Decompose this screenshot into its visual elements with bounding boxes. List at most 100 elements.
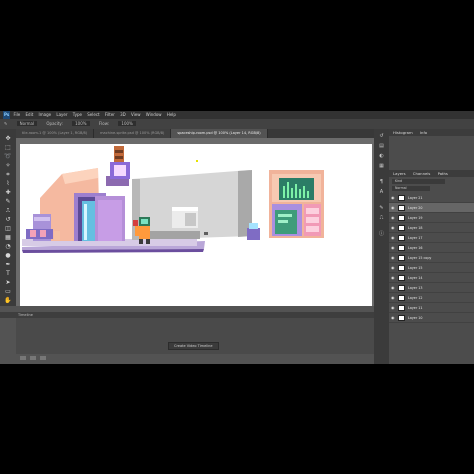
eye-icon[interactable]: ◉ xyxy=(391,266,395,270)
layer-row[interactable]: ◉ Layer 16 xyxy=(389,243,474,253)
eyedropper-icon[interactable]: ⌇ xyxy=(4,180,12,187)
menu-view[interactable]: View xyxy=(131,112,141,117)
layer-name: Layer 15 copy xyxy=(408,256,432,260)
eye-icon[interactable]: ◉ xyxy=(391,306,395,310)
layer-name: Layer 13 xyxy=(408,286,423,290)
timeline-control-icon[interactable] xyxy=(20,356,26,360)
eye-icon[interactable]: ◉ xyxy=(391,246,395,250)
tab-paths[interactable]: Paths xyxy=(438,171,448,176)
layer-row[interactable]: ◉ Layer 10 xyxy=(389,313,474,323)
timeline-control-icon[interactable] xyxy=(40,356,46,360)
tool-preset-icon[interactable]: ✎ xyxy=(4,121,7,126)
tab-doc-2[interactable]: machine-sprite.psd @ 100% (RGB/8) xyxy=(94,129,172,138)
history-icon[interactable]: ↺ xyxy=(378,133,385,139)
layer-kind-filter[interactable]: Kind xyxy=(392,179,445,184)
clone-source-icon[interactable]: ⎍ xyxy=(378,215,385,221)
brush-tool-icon[interactable]: ✎ xyxy=(4,198,12,205)
info-icon[interactable]: ⓘ xyxy=(378,231,385,237)
photoshop-window: Ps File Edit Image Layer Type Select Fil… xyxy=(0,111,474,364)
character-icon[interactable]: A xyxy=(378,189,385,195)
pen-tool-icon[interactable]: ✒ xyxy=(4,261,12,268)
hand-tool-icon[interactable]: ✋ xyxy=(4,297,12,304)
eye-icon[interactable]: ◉ xyxy=(391,316,395,320)
shape-tool-icon[interactable]: ▭ xyxy=(4,288,12,295)
move-tool-icon[interactable]: ✥ xyxy=(4,135,12,142)
layer-row[interactable]: ◉ Layer 18 xyxy=(389,223,474,233)
tab-histogram[interactable]: Histogram xyxy=(393,130,413,135)
opacity-label: Opacity: xyxy=(46,121,63,126)
blur-tool-icon[interactable]: ◔ xyxy=(4,243,12,250)
dodge-tool-icon[interactable]: ● xyxy=(4,252,12,259)
layer-row[interactable]: ◉ Layer 15 xyxy=(389,263,474,273)
layer-row[interactable]: ◉ Layer 19 xyxy=(389,213,474,223)
flow-field[interactable]: 100% xyxy=(118,121,136,126)
eye-icon[interactable]: ◉ xyxy=(391,236,395,240)
eye-icon[interactable]: ◉ xyxy=(391,226,395,230)
layer-row[interactable]: ◉ Layer 13 xyxy=(389,283,474,293)
brush-settings-icon[interactable]: ✎ xyxy=(378,205,385,211)
create-video-timeline-button[interactable]: Create Video Timeline xyxy=(168,342,219,350)
blend-mode-select[interactable]: Normal xyxy=(392,186,430,191)
layer-row[interactable]: ◉ Layer 17 xyxy=(389,233,474,243)
tab-doc-3[interactable]: spaceship-room.psd @ 100% (Layer 14, RGB… xyxy=(171,129,268,138)
menu-file[interactable]: File xyxy=(14,112,21,117)
adjustments-icon[interactable]: ◐ xyxy=(378,153,385,159)
layer-row[interactable]: ◉ Layer 21 xyxy=(389,193,474,203)
opacity-field[interactable]: 100% xyxy=(72,121,90,126)
crop-tool-icon[interactable]: ⌗ xyxy=(4,171,12,178)
gradient-tool-icon[interactable]: ▦ xyxy=(4,234,12,241)
healing-brush-icon[interactable]: ✚ xyxy=(4,189,12,196)
paragraph-icon[interactable]: ¶ xyxy=(378,179,385,185)
pixel-art-scene xyxy=(22,146,324,253)
magic-wand-icon[interactable]: ✧ xyxy=(4,162,12,169)
layer-row[interactable]: ◉ Layer 15 copy xyxy=(389,253,474,263)
layer-row[interactable]: ◉ Layer 11 xyxy=(389,303,474,313)
tab-doc-1[interactable]: tile-room-1 @ 100% (Layer 1, RGB/8) xyxy=(16,129,95,138)
layer-thumbnail xyxy=(398,305,405,311)
eye-icon[interactable]: ◉ xyxy=(391,296,395,300)
history-brush-icon[interactable]: ↺ xyxy=(4,216,12,223)
layer-row[interactable]: ◉ Layer 14 xyxy=(389,273,474,283)
right-panels: Histogram Info Layers Channels Paths Kin… xyxy=(389,129,474,364)
type-tool-icon[interactable]: T xyxy=(4,270,12,277)
eye-icon[interactable]: ◉ xyxy=(391,196,395,200)
tab-info[interactable]: Info xyxy=(420,130,427,135)
clone-stamp-icon[interactable]: ⎍ xyxy=(4,207,12,214)
timeline-control-icon[interactable] xyxy=(30,356,36,360)
path-selection-icon[interactable]: ➤ xyxy=(4,279,12,286)
menu-image[interactable]: Image xyxy=(39,112,52,117)
menu-edit[interactable]: Edit xyxy=(26,112,34,117)
mode-select[interactable]: Normal xyxy=(16,121,38,126)
layer-thumbnail xyxy=(398,315,405,321)
menu-window[interactable]: Window xyxy=(146,112,162,117)
flow-label: Flow: xyxy=(98,121,110,126)
document-tabs: tile-room-1 @ 100% (Layer 1, RGB/8) machi… xyxy=(16,129,374,138)
layer-thumbnail xyxy=(398,285,405,291)
tab-layers[interactable]: Layers xyxy=(393,171,406,176)
eye-icon[interactable]: ◉ xyxy=(391,216,395,220)
eye-icon[interactable]: ◉ xyxy=(391,206,395,210)
eye-icon[interactable]: ◉ xyxy=(391,276,395,280)
menu-3d[interactable]: 3D xyxy=(120,112,126,117)
menu-layer[interactable]: Layer xyxy=(56,112,67,117)
layers-panel-header: Layers Channels Paths xyxy=(389,170,474,177)
layer-name: Layer 10 xyxy=(408,316,423,320)
eye-icon[interactable]: ◉ xyxy=(391,256,395,260)
menu-filter[interactable]: Filter xyxy=(105,112,115,117)
menu-select[interactable]: Select xyxy=(87,112,99,117)
menu-bar: Ps File Edit Image Layer Type Select Fil… xyxy=(0,111,474,119)
menu-help[interactable]: Help xyxy=(167,112,176,117)
marquee-tool-icon[interactable]: ⬚ xyxy=(4,144,12,151)
swatches-icon[interactable]: ▦ xyxy=(378,163,385,169)
layer-row[interactable]: ◉ Layer 12 xyxy=(389,293,474,303)
menu-type[interactable]: Type xyxy=(73,112,82,117)
layer-thumbnail xyxy=(398,205,405,211)
lasso-tool-icon[interactable]: ➰ xyxy=(4,153,12,160)
eye-icon[interactable]: ◉ xyxy=(391,286,395,290)
tab-channels[interactable]: Channels xyxy=(413,171,431,176)
document-canvas[interactable] xyxy=(20,144,372,309)
layer-thumbnail xyxy=(398,265,405,271)
layer-row[interactable]: ◉ Layer 20 xyxy=(389,203,474,213)
eraser-tool-icon[interactable]: ◫ xyxy=(4,225,12,232)
properties-icon[interactable]: ▤ xyxy=(378,143,385,149)
